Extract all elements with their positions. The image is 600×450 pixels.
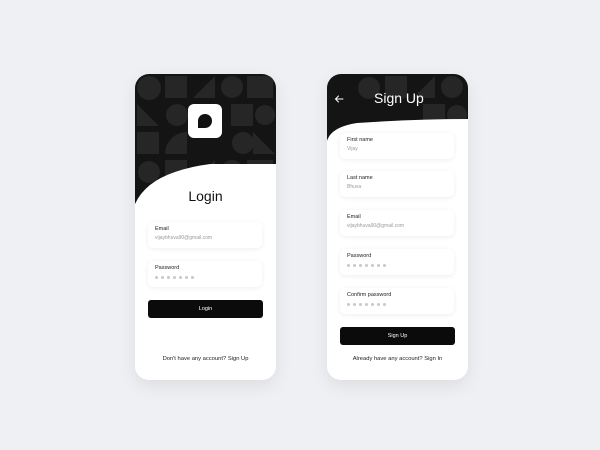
first-name-label: First name [347,137,373,143]
page-title: Login [188,188,223,204]
page-title: Sign Up [374,90,424,106]
app-logo [188,104,222,138]
last-name-label: Last name [347,175,373,181]
email-label: Email [347,214,361,220]
signup-button[interactable]: Sign Up [340,327,455,345]
confirm-password-field[interactable]: Confirm password [340,288,454,314]
email-field[interactable]: Email vijaybhuva90@gmail.com [148,222,262,248]
arrow-left-icon[interactable] [334,94,344,104]
signin-prompt-text: Already have any account? [352,356,425,362]
signup-prompt-text: Don't have any account? [162,356,228,362]
password-field[interactable]: Password [340,249,454,275]
login-button[interactable]: Login [148,300,263,318]
confirm-password-label: Confirm password [347,292,392,298]
last-name-field[interactable]: Last name Bhuva [340,171,454,197]
first-name-value: Vijay [347,146,358,152]
email-field[interactable]: Email vijaybhuva90@gmail.com [340,210,454,236]
email-value: vijaybhuva90@gmail.com [347,223,405,229]
confirm-password-mask [347,303,447,306]
chat-bubble-logo-icon [198,114,212,128]
last-name-value: Bhuva [347,184,362,190]
password-field[interactable]: Password [148,261,262,287]
login-screen: Login Email vijaybhuva90@gmail.com Passw… [135,74,276,380]
password-mask [155,276,255,279]
password-label: Password [155,265,180,271]
password-label: Password [347,253,372,259]
email-label: Email [155,226,169,232]
first-name-field[interactable]: First name Vijay [340,133,454,159]
email-value: vijaybhuva90@gmail.com [155,235,213,241]
signup-screen: Sign Up First name Vijay Last name Bhuva… [327,74,468,380]
signin-prompt: Already have any account? Sign In [327,356,468,362]
password-mask [347,264,447,267]
signup-link[interactable]: Sign Up [228,356,249,362]
signin-link[interactable]: Sign In [424,356,442,362]
signup-prompt: Don't have any account? Sign Up [135,356,276,362]
